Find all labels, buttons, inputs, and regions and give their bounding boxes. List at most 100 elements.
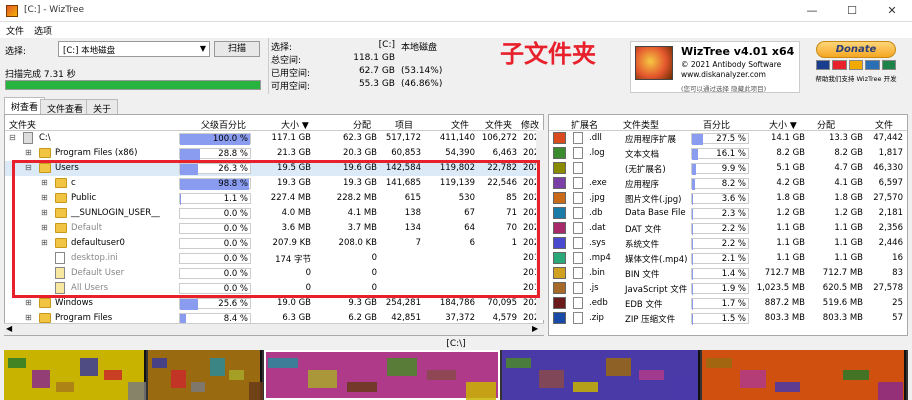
ext-row[interactable]: .js JavaScript 文件 1.9 % 1,023.5 MB 620.5…: [549, 281, 907, 296]
extension: .exe: [589, 178, 607, 188]
scroll-left-icon[interactable]: ◀: [6, 324, 12, 333]
file-type-icon: [573, 162, 583, 174]
col-parent-pct[interactable]: 父级百分比: [201, 118, 246, 131]
treemap-sub-block[interactable]: [706, 358, 732, 368]
col-extension[interactable]: 扩展名: [571, 118, 598, 131]
scan-button[interactable]: 扫描: [214, 41, 260, 57]
file-type-icon: [573, 147, 583, 159]
treemap-sub-block[interactable]: [210, 358, 225, 376]
treemap-sub-block[interactable]: [809, 358, 835, 376]
ext-files: 47,442: [873, 133, 903, 143]
col-ext-files[interactable]: 文件: [875, 118, 893, 131]
treemap-sub-block[interactable]: [843, 370, 870, 380]
ext-row[interactable]: .log 文本文档 16.1 % 8.2 GB 8.2 GB 1,817: [549, 146, 907, 161]
col-file-type[interactable]: 文件类型: [623, 118, 659, 131]
files: 37,372: [445, 313, 475, 323]
expand-toggle-icon[interactable]: ⊞: [25, 148, 32, 157]
treemap-sub-block[interactable]: [672, 382, 698, 400]
treemap-sub-block[interactable]: [639, 370, 665, 380]
treemap-block[interactable]: [702, 350, 906, 400]
treemap-sub-block[interactable]: [506, 358, 531, 368]
treemap-sub-block[interactable]: [426, 370, 457, 380]
treemap-sub-block[interactable]: [128, 382, 146, 400]
treemap-sub-block[interactable]: [387, 358, 417, 376]
tab-about[interactable]: 关于: [86, 99, 119, 115]
col-items[interactable]: 项目: [395, 118, 413, 131]
treemap[interactable]: [4, 350, 908, 400]
ext-row[interactable]: .dat DAT 文件 2.2 % 1.1 GB 1.1 GB 2,356: [549, 221, 907, 236]
file-type: DAT 文件: [625, 225, 662, 235]
treemap-sub-block[interactable]: [56, 382, 74, 392]
treemap-sub-block[interactable]: [248, 382, 264, 400]
website-link[interactable]: www.diskanalyzer.com: [681, 70, 766, 79]
ext-row[interactable]: .dll 应用程序扩展 27.5 % 14.1 GB 13.3 GB 47,44…: [549, 131, 907, 146]
col-ext-allocated[interactable]: 分配: [817, 118, 835, 131]
treemap-sub-block[interactable]: [539, 370, 565, 388]
tree-row[interactable]: ⊞ Program Files (x86) 28.8 % 21.3 GB 20.…: [5, 146, 543, 161]
expand-toggle-icon[interactable]: ⊞: [25, 298, 32, 307]
treemap-sub-block[interactable]: [572, 382, 598, 392]
tree-row[interactable]: ⊞ Windows 25.6 % 19.0 GB 9.3 GB 254,281 …: [5, 296, 543, 311]
col-ext-size[interactable]: 大小 ▼: [769, 118, 797, 131]
ext-row[interactable]: .mp4 媒体文件(.mp4) 2.1 % 1.1 GB 1.1 GB 16: [549, 251, 907, 266]
treemap-sub-block[interactable]: [774, 382, 801, 392]
ext-size: 1.1 GB: [776, 253, 805, 263]
tab-tree-view[interactable]: 树查看: [4, 97, 46, 114]
treemap-sub-block[interactable]: [877, 382, 904, 400]
stat-extra: 本地磁盘: [401, 43, 438, 53]
ext-row[interactable]: .edb EDB 文件 1.7 % 887.2 MB 519.6 MB 25: [549, 296, 907, 311]
treemap-sub-block[interactable]: [152, 358, 167, 368]
col-folder[interactable]: 文件夹: [9, 118, 36, 131]
ext-row[interactable]: .zip ZIP 压缩文件 1.5 % 803.3 MB 803.3 MB 57: [549, 311, 907, 326]
tab-file-view[interactable]: 文件查看: [40, 99, 91, 115]
minimize-button[interactable]: —: [792, 0, 832, 22]
treemap-sub-block[interactable]: [229, 370, 244, 380]
menu-options[interactable]: 选项: [34, 24, 52, 37]
col-percent[interactable]: 百分比: [703, 118, 730, 131]
items: 42,851: [391, 313, 421, 323]
treemap-sub-block[interactable]: [606, 358, 631, 376]
treemap-block[interactable]: [264, 350, 500, 400]
tree-horizontal-scrollbar[interactable]: ◀ ▶: [4, 323, 544, 335]
ext-color-swatch: [553, 267, 566, 279]
treemap-sub-block[interactable]: [466, 382, 497, 400]
ext-row[interactable]: .exe 应用程序 8.2 % 4.2 GB 4.1 GB 6,597: [549, 176, 907, 191]
ext-pct-bar: 1.4 %: [691, 268, 749, 280]
treemap-sub-block[interactable]: [268, 358, 298, 368]
treemap-sub-block[interactable]: [32, 370, 50, 388]
treemap-sub-block[interactable]: [190, 382, 206, 392]
ext-row[interactable]: .sys 系统文件 2.2 % 1.1 GB 1.1 GB 2,446: [549, 236, 907, 251]
treemap-sub-block[interactable]: [740, 370, 767, 388]
treemap-sub-block[interactable]: [80, 358, 98, 376]
col-allocated[interactable]: 分配: [353, 118, 371, 131]
donate-panel: Donate 帮助我们支持 WizTree 开发: [806, 41, 906, 93]
treemap-sub-block[interactable]: [171, 370, 186, 388]
menu-file[interactable]: 文件: [6, 24, 24, 37]
treemap-sub-block[interactable]: [307, 370, 338, 388]
file-type: 应用程序: [625, 180, 660, 190]
expand-toggle-icon[interactable]: ⊟: [9, 133, 16, 142]
scroll-right-icon[interactable]: ▶: [532, 324, 538, 333]
treemap-sub-block[interactable]: [8, 358, 26, 368]
ext-size: 887.2 MB: [764, 298, 805, 308]
ext-row[interactable]: .bin BIN 文件 1.4 % 712.7 MB 712.7 MB 83: [549, 266, 907, 281]
ext-row[interactable]: .db Data Base File 2.3 % 1.2 GB 1.2 GB 2…: [549, 206, 907, 221]
scan-controls: 选择: [C:] 本地磁盘 ▼ 扫描 扫描完成 7.31 秒: [0, 38, 265, 94]
ext-row[interactable]: .jpg 图片文件(.jpg) 3.6 % 1.8 GB 1.8 GB 27,5…: [549, 191, 907, 206]
maximize-button[interactable]: ☐: [832, 0, 872, 22]
donate-button[interactable]: Donate: [816, 41, 896, 58]
close-button[interactable]: ✕: [872, 0, 912, 22]
ext-files: 1,817: [878, 148, 903, 158]
ext-size: 1,023.5 MB: [756, 283, 805, 293]
expand-toggle-icon[interactable]: ⊞: [25, 313, 32, 322]
col-size[interactable]: 大小 ▼: [281, 118, 309, 131]
drive-select[interactable]: [C:] 本地磁盘 ▼: [58, 41, 210, 57]
extension-list: 扩展名 文件类型 百分比 大小 ▼ 分配 文件 .dll 应用程序扩展 27.5…: [548, 114, 908, 336]
col-folders[interactable]: 文件夹: [485, 118, 512, 131]
col-files[interactable]: 文件: [451, 118, 469, 131]
tree-row[interactable]: ⊟ C:\ 100.0 % 117.1 GB 62.3 GB 517,172 4…: [5, 131, 543, 146]
ext-row[interactable]: (无扩展名) 9.9 % 5.1 GB 4.7 GB 46,330: [549, 161, 907, 176]
treemap-sub-block[interactable]: [347, 382, 378, 392]
treemap-block[interactable]: [502, 350, 700, 400]
treemap-sub-block[interactable]: [104, 370, 122, 380]
